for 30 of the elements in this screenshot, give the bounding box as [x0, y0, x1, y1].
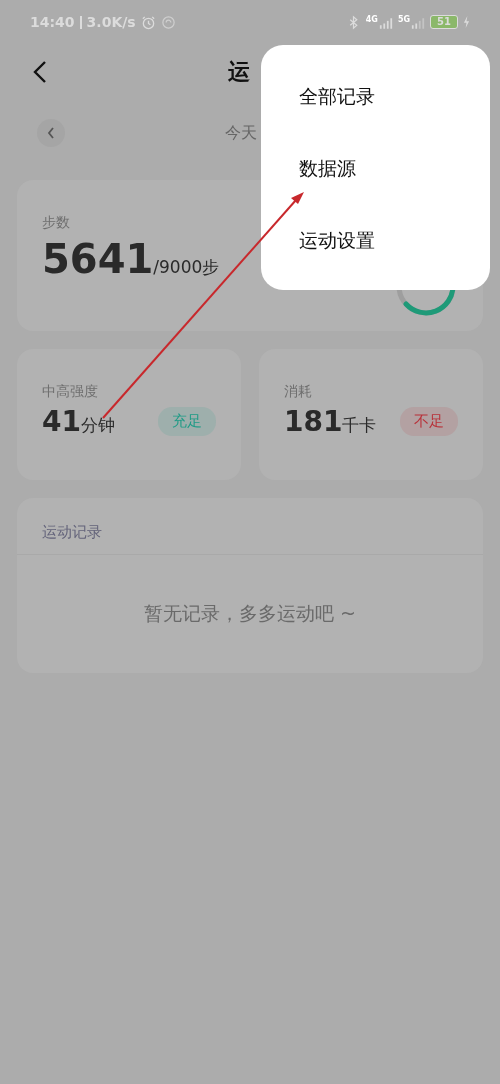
stat-value: 41: [42, 405, 81, 438]
signal-icon: [411, 18, 426, 29]
charging-icon: [463, 16, 470, 28]
menu-item[interactable]: 全部记录: [299, 70, 490, 142]
status-tag: 不足: [400, 407, 458, 436]
page-title: 运: [228, 58, 250, 86]
empty-message: 暂无记录，多多运动吧 ~: [144, 601, 356, 626]
stat-unit: 千卡: [342, 415, 377, 437]
ring-drawing: [394, 290, 458, 318]
records-title: 运动记录: [17, 498, 483, 555]
previous-day-button[interactable]: [37, 119, 65, 147]
alarm-icon: [140, 14, 156, 30]
stat-unit: 分钟: [80, 415, 115, 437]
stat-label: 消耗: [284, 383, 313, 401]
back-icon[interactable]: [33, 60, 47, 84]
stat-value: 181: [284, 405, 343, 438]
date-label: 今天: [225, 122, 257, 144]
steps-goal: /9000步: [153, 257, 220, 279]
signal-icon: [378, 18, 393, 29]
steps-count: 5641: [42, 236, 154, 282]
menu-item[interactable]: 运动设置: [299, 214, 490, 286]
status-tag: 充足: [158, 407, 216, 436]
network-label: 4G: [365, 15, 378, 24]
chevron-left-icon: [47, 127, 55, 139]
network-label: 5G: [397, 15, 411, 24]
steps-label: 步数: [42, 214, 71, 232]
circle-icon: [160, 14, 176, 30]
battery-indicator: 51: [430, 15, 458, 29]
stat-label: 中高强度: [42, 383, 99, 401]
menu-item[interactable]: 数据源: [299, 142, 490, 214]
